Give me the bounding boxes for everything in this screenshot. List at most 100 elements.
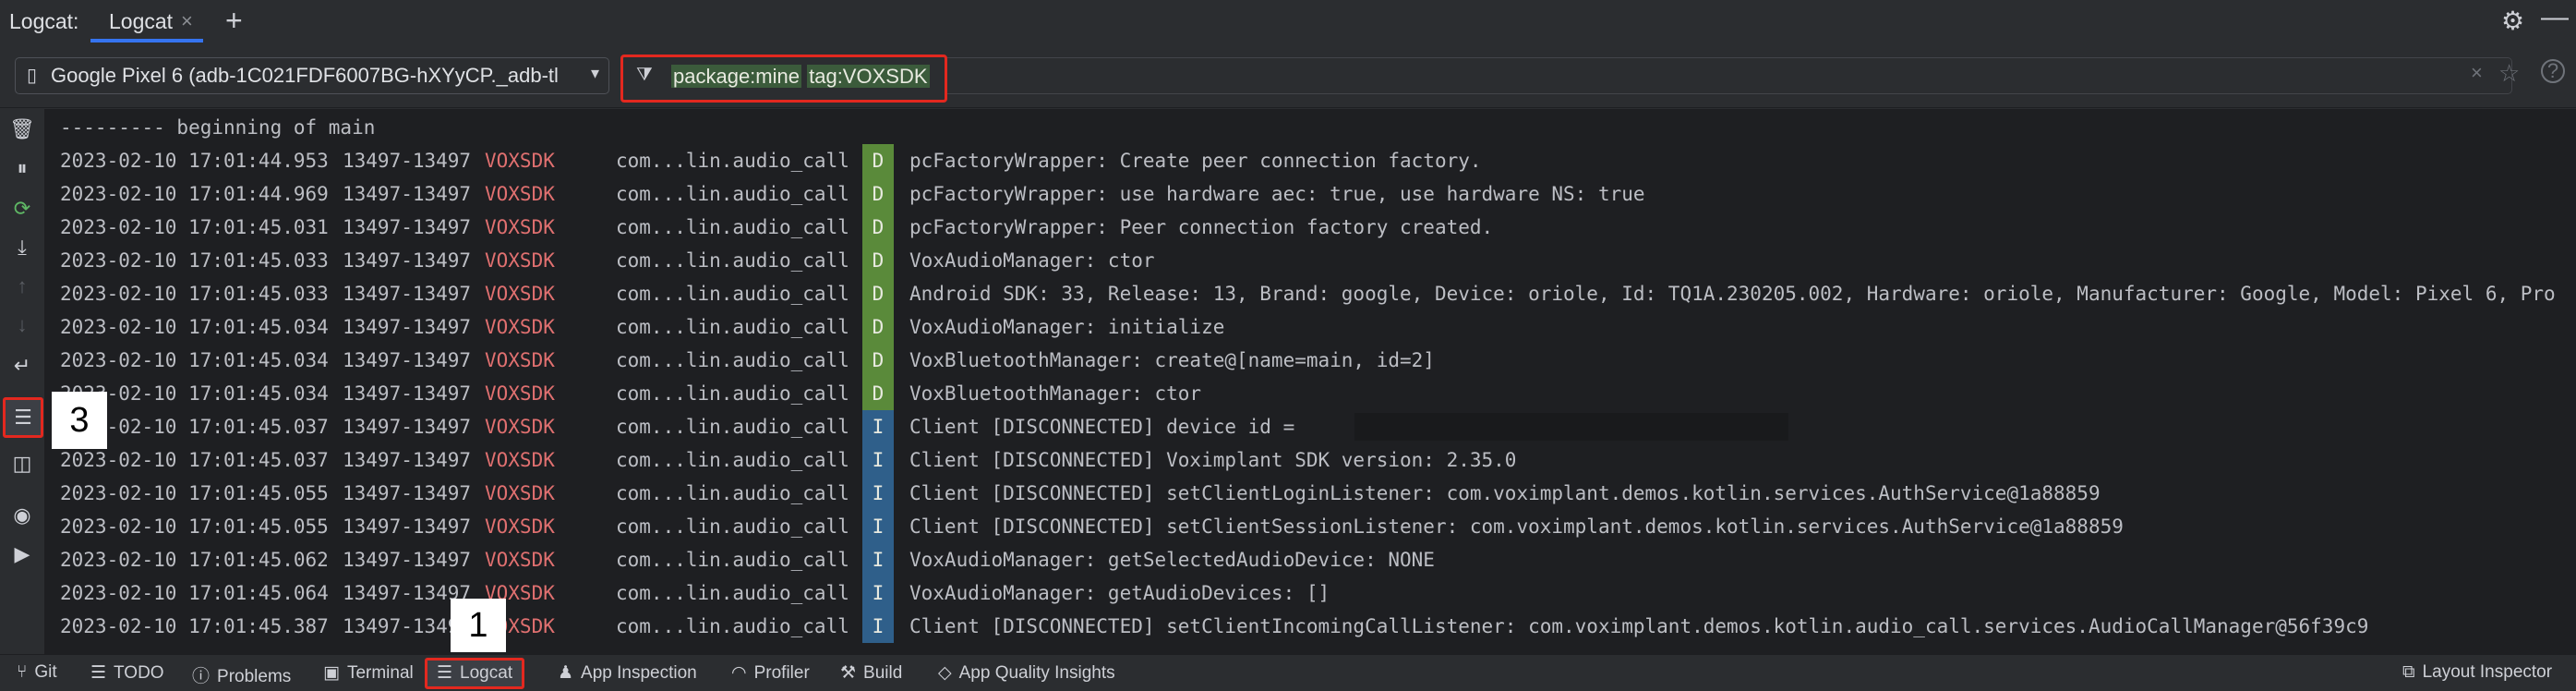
log-package: com...lin.audio_call (616, 283, 849, 305)
down-arrow-icon[interactable]: ↓ (7, 310, 37, 340)
favorite-filter-icon[interactable]: ☆ (2498, 59, 2520, 88)
pause-icon[interactable]: ⏸ (7, 153, 37, 183)
log-level-badge: I (862, 576, 894, 610)
tab-terminal[interactable]: ▣ Terminal (323, 662, 414, 684)
tab-layout-inspector[interactable]: ⧉ Layout Inspector (2402, 662, 2552, 683)
split-panels-icon[interactable]: ◫ (7, 449, 37, 479)
log-message: pcFactoryWrapper: Peer connection factor… (909, 216, 1494, 238)
filter-input-field[interactable] (942, 57, 2512, 94)
trash-icon[interactable]: 🗑 (7, 115, 37, 144)
restart-icon[interactable]: ⟳ (7, 194, 37, 224)
log-date: 2023-02-10 17:01:45.033 (60, 283, 329, 305)
log-date: 2023-02-10 17:01:45.034 (60, 316, 329, 338)
tool-window-title: Logcat: (9, 9, 79, 33)
add-tab-button[interactable]: + (225, 4, 243, 38)
log-pid: 13497-13497 (343, 150, 472, 172)
log-message: Android SDK: 33, Release: 13, Brand: goo… (909, 283, 2556, 305)
tab-active-indicator (90, 39, 203, 42)
filter-input[interactable]: ⧩ package:mine tag:VOXSDK (620, 55, 947, 103)
log-package: com...lin.audio_call (616, 249, 849, 272)
device-label: Google Pixel 6 (adb-1C021FDF6007BG-hXYyC… (51, 64, 559, 87)
filter-icon[interactable]: ⧩ (636, 65, 653, 86)
tab-git[interactable]: ⑂ Git (17, 662, 57, 683)
log-level-badge: I (862, 610, 894, 643)
tab-todo-label: TODO (114, 663, 164, 683)
log-tag: VOXSDK (485, 183, 555, 205)
log-package: com...lin.audio_call (616, 416, 849, 438)
tool-window-header: Logcat: Logcat × + ⚙ — (0, 0, 2576, 44)
tab-problems-label: Problems (217, 667, 292, 686)
tab-logcat-label: Logcat (460, 663, 513, 683)
log-package: com...lin.audio_call (616, 515, 849, 538)
log-date: 2023-02-10 17:01:45.055 (60, 482, 329, 504)
up-arrow-icon[interactable]: ↑ (7, 272, 37, 301)
log-level-badge: I (862, 443, 894, 477)
log-tag: VOXSDK (485, 150, 555, 172)
log-header: --------- beginning of main (60, 116, 376, 139)
screen-record-icon[interactable]: ▶ (7, 539, 37, 569)
log-message: pcFactoryWrapper: Create peer connection… (909, 150, 1482, 172)
device-dropdown[interactable]: ▯ Google Pixel 6 (adb-1C021FDF6007BG-hXY… (15, 57, 609, 94)
tab-label: Logcat (109, 9, 174, 33)
terminal-icon: ▣ (323, 663, 340, 683)
log-tag: VOXSDK (485, 249, 555, 272)
log-level-badge: D (862, 211, 894, 244)
close-icon[interactable]: × (181, 9, 193, 33)
log-date: 2023-02-10 17:01:44.953 (60, 150, 329, 172)
log-message: pcFactoryWrapper: use hardware aec: true… (909, 183, 1645, 205)
tab-todo[interactable]: ☰ TODO (90, 662, 164, 684)
log-tag: VOXSDK (485, 549, 555, 571)
log-package: com...lin.audio_call (616, 615, 849, 637)
format-options-icon[interactable]: ☰ (3, 397, 43, 438)
tab-terminal-label: Terminal (346, 663, 414, 683)
git-icon: ⑂ (17, 662, 28, 682)
screenshot-icon[interactable]: ◉ (7, 501, 37, 530)
log-level-badge: D (862, 144, 894, 177)
log-output[interactable]: --------- beginning of main 2023-02-10 1… (45, 109, 2576, 654)
tab-app-inspection[interactable]: ♟ App Inspection (558, 662, 697, 684)
log-package: com...lin.audio_call (616, 183, 849, 205)
log-tag: VOXSDK (485, 449, 555, 471)
filter-term-tag: tag:VOXSDK (807, 65, 930, 88)
log-message: Client [DISCONNECTED] device id = (909, 416, 1306, 438)
log-package: com...lin.audio_call (616, 150, 849, 172)
log-pid: 13497-13497 (343, 382, 472, 405)
tab-profiler[interactable]: ◠ Profiler (731, 662, 810, 684)
gear-icon[interactable]: ⚙ (2501, 6, 2524, 36)
log-message: Client [DISCONNECTED] setClientIncomingC… (909, 615, 2369, 637)
log-message: VoxAudioManager: getAudioDevices: [] (909, 582, 1330, 604)
soft-wrap-icon[interactable]: ↵ (7, 351, 37, 381)
log-message: VoxAudioManager: initialize (909, 316, 1225, 338)
log-pid: 13497-13497 (343, 183, 472, 205)
log-message: VoxBluetoothManager: ctor (909, 382, 1202, 405)
log-message: Client [DISCONNECTED] setClientSessionLi… (909, 515, 2124, 538)
log-package: com...lin.audio_call (616, 216, 849, 238)
log-pid: 13497-13497 (343, 283, 472, 305)
log-package: com...lin.audio_call (616, 482, 849, 504)
filter-query[interactable]: package:mine tag:VOXSDK (671, 65, 930, 89)
log-pid: 13497-13497 (343, 249, 472, 272)
tab-build[interactable]: ⚒ Build (840, 662, 902, 684)
log-tag: VOXSDK (485, 349, 555, 371)
log-level-badge: D (862, 310, 894, 344)
tab-layout-inspector-label: Layout Inspector (2422, 662, 2553, 682)
callout-1: 1 (451, 599, 506, 652)
clear-filter-icon[interactable]: × (2471, 61, 2483, 85)
tab-problems[interactable]: ⓘ Problems (192, 662, 291, 687)
help-icon[interactable]: ? (2541, 59, 2565, 83)
tab-logcat[interactable]: Logcat × (90, 0, 203, 42)
tab-app-quality[interactable]: ◇ App Quality Insights (938, 662, 1115, 684)
log-tag: VOXSDK (485, 382, 555, 405)
scroll-to-end-icon[interactable]: ⤓ (7, 233, 37, 262)
minimize-button[interactable]: — (2541, 2, 2569, 33)
log-tag: VOXSDK (485, 482, 555, 504)
redacted-value (1354, 413, 1788, 441)
log-message: VoxBluetoothManager: create@[name=main, … (909, 349, 1435, 371)
hammer-icon: ⚒ (840, 663, 857, 683)
log-package: com...lin.audio_call (616, 316, 849, 338)
log-pid: 13497-13497 (343, 416, 472, 438)
phone-icon: ▯ (27, 66, 38, 86)
tab-logcat-bottom[interactable]: ☰ Logcat (425, 658, 525, 689)
log-pid: 13497-13497 (343, 482, 472, 504)
log-pid: 13497-13497 (343, 549, 472, 571)
